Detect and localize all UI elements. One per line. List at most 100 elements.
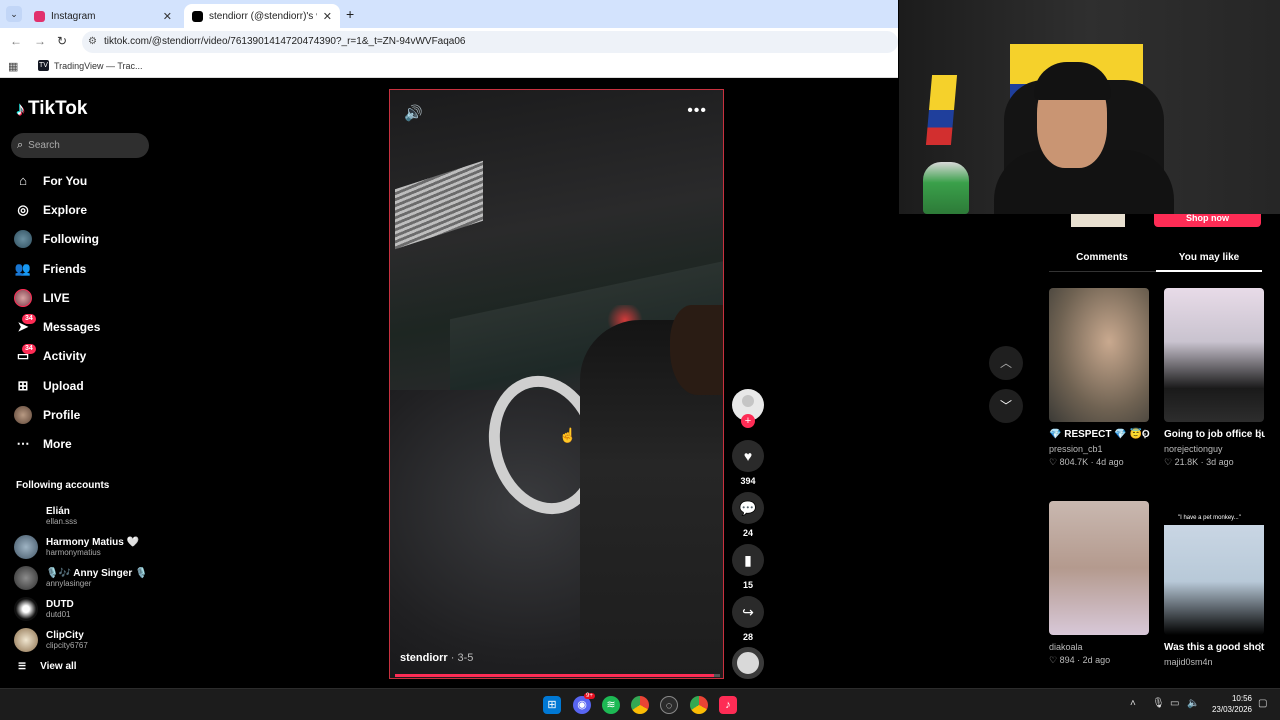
tiktok-icon [192,10,203,22]
site-info-icon[interactable]: ⚙ [88,31,97,53]
browser-tab-bar: ⌄ Instagram ✕ stendiorr (@stendiorr)'s v… [0,0,898,28]
chrome-profile-icon[interactable] [690,696,708,714]
share-button[interactable]: ↪ [732,596,764,628]
like-button[interactable]: ♥ [732,440,764,472]
sidebar-item-activity[interactable]: ▭ 34 Activity [14,342,154,371]
chrome-icon[interactable] [631,696,649,714]
bookmark-label: TradingView — Trac... [54,60,143,71]
sidebar-item-label: Activity [43,349,87,364]
recommended-video-card[interactable]: "I have a pet monkey..." Was this a good… [1164,501,1265,667]
tiktok-logo[interactable]: ♪ TikTok [16,98,87,120]
apps-grid-icon[interactable]: ▦ [8,60,18,73]
sidebar-item-messages[interactable]: ➤ 34 Messages [14,312,154,341]
avatar [14,230,32,249]
video-date: · 3-5 [447,652,474,664]
product-thumbnail[interactable] [1071,213,1125,227]
new-tab-button[interactable]: + [346,6,354,22]
card-likes: 21.8K [1174,457,1199,467]
card-likes: 804.7K [1059,457,1089,467]
video-scene-driver-head [670,305,723,395]
video-scene-vent [395,160,483,250]
volume-icon[interactable]: 🔊 [404,104,423,122]
chevron-down-icon: ﹀ [999,399,1012,413]
video-player[interactable]: 🔊 ••• stendiorr · 3-5 [389,89,724,679]
following-account[interactable]: Elián ellan.sss [14,500,154,531]
search-box[interactable]: ⌕ [11,133,149,158]
video-thumbnail [1164,288,1264,422]
spotify-icon[interactable]: ≋ [602,696,620,714]
kebab-icon[interactable]: ⋮ [1255,640,1265,655]
sidebar-item-label: Upload [43,378,84,393]
recommended-video-card[interactable]: ⋮ diakoala ♡ 894 · 2d ago [1049,501,1150,666]
account-name: Harmony Matius 🤍 [46,536,140,548]
video-progress-bar[interactable] [395,674,720,677]
screen: ⌄ Instagram ✕ stendiorr (@stendiorr)'s v… [0,0,1280,720]
bookmark-tradingview[interactable]: TV TradingView — Trac... [38,60,143,71]
account-username: harmonymatius [46,547,101,557]
sidebar-item-upload[interactable]: ⊞ Upload [14,371,154,400]
share-count: 28 [742,632,753,642]
forward-icon[interactable]: → [34,34,46,48]
tab-you-may-like[interactable]: You may like [1156,252,1262,272]
video-thumbnail [1049,288,1149,422]
cursor-icon: ☝ [559,427,577,443]
sidebar-item-more[interactable]: ⋯ More [14,430,154,459]
reload-icon[interactable]: ↻ [57,34,67,48]
view-all-label: View all [40,661,77,672]
following-account[interactable]: DUTD dutd01 [14,593,154,624]
sidebar-item-profile[interactable]: Profile [14,400,154,429]
sidebar-item-label: LIVE [43,290,70,305]
tab-label: stendiorr (@stendiorr)'s videos [209,10,317,22]
save-button[interactable]: ▮ [732,544,764,576]
close-tab-icon[interactable]: ✕ [163,10,172,23]
kebab-icon[interactable]: ⋮ [1255,427,1265,442]
comment-button[interactable]: 💬 [732,492,764,524]
following-account[interactable]: ClipCity clipcity6767 [14,624,154,655]
chevron-up-icon[interactable]: ˄ [1130,698,1136,709]
sidebar-item-friends[interactable]: 👥 Friends [14,254,154,283]
card-user: diakoala [1049,642,1083,652]
clock[interactable]: 10:56 23/03/2026 [1206,693,1252,715]
recommended-video-card[interactable]: Going to job office but coming with...⋮ … [1164,288,1265,468]
avatar [14,596,38,621]
follow-button[interactable]: + [741,414,755,428]
close-tab-icon[interactable]: ✕ [323,10,332,23]
network-icon[interactable]: ▭ [1170,698,1179,709]
music-disc[interactable] [732,647,764,679]
card-user: norejectionguy [1164,444,1223,454]
tab-comments[interactable]: Comments [1049,252,1155,263]
next-video-button[interactable]: ﹀ [989,389,1023,423]
search-input[interactable] [28,140,134,151]
obs-icon[interactable]: ◌ [660,696,678,714]
following-account[interactable]: 🎙️🎶 Anny Singer 🎙️ annylasinger [14,562,154,593]
kebab-icon[interactable]: ⋮ [1140,427,1150,442]
recommended-video-card[interactable]: 💎 RESPECT 💎 😇Only for the...⋮ pression_c… [1049,288,1150,468]
back-icon[interactable]: ← [10,34,22,48]
tab-tiktok[interactable]: stendiorr (@stendiorr)'s videos ✕ [184,4,340,28]
volume-icon[interactable]: 🔈 [1187,698,1199,709]
sidebar-item-label: For You [43,173,88,188]
tiktok-app-icon[interactable]: ♪ [719,696,737,714]
previous-video-button[interactable]: ︿ [989,346,1023,380]
tab-search-icon[interactable]: ⌄ [6,6,22,22]
address-bar[interactable]: ⚙ tiktok.com/@stendiorr/video/7613901414… [82,31,898,53]
video-author[interactable]: stendiorr · 3-5 [400,652,473,664]
sidebar-item-explore[interactable]: ◎ Explore [14,195,154,224]
more-options-icon[interactable]: ••• [687,102,707,120]
sidebar-item-label: Messages [43,320,101,335]
notification-icon[interactable]: ▢ [1258,698,1267,709]
activity-badge: 34 [22,343,36,354]
thumbnail-caption: "I have a pet monkey..." [1178,515,1241,521]
bookmark-icon: ▮ [744,552,752,568]
sidebar-item-for-you[interactable]: ⌂ For You [14,166,154,195]
microphone-icon[interactable]: 🎙 [1152,698,1165,709]
discord-badge: 9+ [584,693,595,699]
following-account[interactable]: Harmony Matius 🤍 harmonymatius [14,531,154,562]
compass-icon: ◎ [17,201,29,217]
comment-count: 24 [742,528,753,538]
view-all-button[interactable]: ☰ View all [18,661,77,672]
sidebar-item-following[interactable]: Following [14,225,154,254]
windows-start-icon[interactable]: ⊞ [543,696,561,714]
sidebar-item-live[interactable]: LIVE [14,283,154,312]
tab-instagram[interactable]: Instagram ✕ [26,4,180,28]
